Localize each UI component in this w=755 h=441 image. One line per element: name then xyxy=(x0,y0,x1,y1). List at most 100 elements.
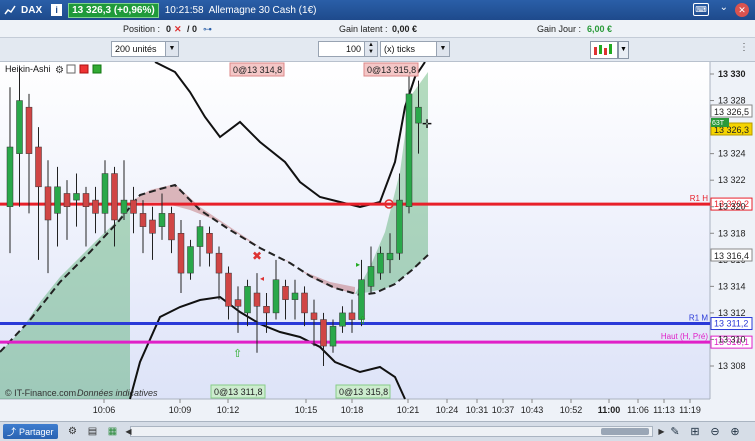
quote-time: 10:21:58 xyxy=(164,4,204,16)
y-tick-label: 13 310 xyxy=(718,334,746,344)
order-tag-top-1-text: 0@13 314,8 xyxy=(233,65,282,75)
order-toolbar: 200 unités ▼ 100 ▲ ▼ (x) ticks ▼ xyxy=(0,38,755,62)
zoom-in-icon[interactable]: ⊕ xyxy=(728,425,742,439)
candle-body xyxy=(396,199,403,254)
candle-body xyxy=(6,146,14,207)
cross-marker-icon: ✖ xyxy=(252,249,262,263)
candle-body xyxy=(63,193,71,207)
y-tick-label: 13 320 xyxy=(718,202,746,212)
lock-icon[interactable] xyxy=(66,64,76,74)
close-indicator-icon[interactable] xyxy=(79,64,89,74)
position-value: 0 xyxy=(166,24,172,34)
ticks-value: (x) ticks xyxy=(384,44,415,54)
candle-body xyxy=(206,233,213,254)
candle-body xyxy=(244,286,251,314)
candle-body xyxy=(215,252,223,274)
keyboard-icon[interactable]: ⌨ xyxy=(693,3,709,16)
price-label-alt-text: 13 326,5 xyxy=(714,107,749,117)
x-tick-label: 11:00 xyxy=(598,405,621,415)
document-icon[interactable]: ▤ xyxy=(86,425,99,438)
ticks-select[interactable]: (x) ticks ▼ xyxy=(380,41,450,57)
chevron-down-icon[interactable]: ▼ xyxy=(618,41,629,59)
x-tick-label: 10:15 xyxy=(295,405,318,415)
zoom-out-icon[interactable]: ⊖ xyxy=(708,425,722,439)
more-menu-icon[interactable]: ⋮ xyxy=(739,42,753,58)
close-position-icon[interactable]: ✕ xyxy=(174,24,182,35)
candle-body xyxy=(120,199,128,214)
day-gain-label: Gain Jour : xyxy=(537,24,582,34)
grid-icon[interactable]: ⊞ xyxy=(688,425,702,439)
units-select[interactable]: 200 unités ▼ xyxy=(111,41,179,57)
candle-body xyxy=(82,193,90,207)
x-tick-label: 10:12 xyxy=(217,405,240,415)
spreadsheet-icon[interactable]: ▦ xyxy=(106,425,119,438)
qty-stepper[interactable]: 100 ▲ ▼ xyxy=(318,41,378,57)
candle-body xyxy=(101,173,109,214)
x-tick-label: 10:09 xyxy=(169,405,192,415)
title-bar: DAX i 13 326,3 (+0,96%) 10:21:58 Allemag… xyxy=(0,0,755,20)
wrench-icon[interactable]: ⚙ xyxy=(55,65,64,76)
triangle-marker-icon: ◂ xyxy=(260,274,264,283)
candle-body xyxy=(320,319,327,347)
settings-icon[interactable]: ⚙ xyxy=(66,425,79,438)
y-tick-label: 13 312 xyxy=(718,308,746,318)
order-tag-bottom-1-text: 0@13 311,8 xyxy=(214,387,263,397)
order-tag-bottom-2-text: 0@13 315,8 xyxy=(339,387,388,397)
candle-body xyxy=(301,292,308,314)
share-label: Partager xyxy=(19,426,54,437)
price-chart[interactable]: R1 H13 320,2R1 M13 311,2Haut (H, Pré)13 … xyxy=(0,62,755,421)
candle-body xyxy=(358,279,365,320)
latent-label: Gain latent : xyxy=(339,24,388,34)
scroll-thumb[interactable] xyxy=(601,428,649,435)
instrument-name[interactable]: DAX xyxy=(21,5,42,16)
stepper-arrows-icon[interactable]: ▲ ▼ xyxy=(364,42,377,56)
level-316-text: 13 316,4 xyxy=(714,251,749,261)
chevron-down-icon[interactable]: ▼ xyxy=(165,42,178,56)
level-name: R1 H xyxy=(690,194,708,203)
app-menu-icon[interactable] xyxy=(3,3,17,17)
x-tick-label: 10:43 xyxy=(521,405,544,415)
status-bar: ⤴ Partager ⚙ ▤ ▦ ◀ ▶ ✎ ⊞ ⊖ ⊕ xyxy=(0,421,755,441)
scroll-right-icon[interactable]: ▶ xyxy=(655,425,668,438)
candle-body xyxy=(272,279,280,314)
candle-body xyxy=(348,312,356,320)
scroll-left-icon[interactable]: ◀ xyxy=(122,425,135,438)
info-icon[interactable]: i xyxy=(51,4,63,16)
order-tag-top-2-text: 0@13 315,8 xyxy=(367,65,416,75)
y-tick-label: 13 330 xyxy=(718,69,746,79)
candle-body xyxy=(44,186,52,221)
candle-body xyxy=(291,292,299,300)
chart-type-button[interactable] xyxy=(590,41,618,59)
position-bar: Position : 0 ✕ / 0 ⊶ Gain latent : 0,00 … xyxy=(0,20,755,38)
tick-counter-text: 63T xyxy=(712,120,725,127)
level-name: R1 M xyxy=(689,314,708,323)
close-icon[interactable]: ✕ xyxy=(735,3,749,17)
share-button[interactable]: ⤴ Partager xyxy=(3,424,58,439)
share-icon: ⤴ xyxy=(7,427,17,437)
pen-tool-icon[interactable]: ✎ xyxy=(668,425,682,439)
data-note: Données indicatives xyxy=(77,388,158,398)
candle-body xyxy=(111,173,118,221)
y-tick-label: 13 308 xyxy=(718,361,746,371)
candle-body xyxy=(253,292,261,307)
units-value: 200 unités xyxy=(115,44,157,54)
position-label: Position : xyxy=(123,24,161,34)
candle-body xyxy=(234,299,242,307)
candle-body xyxy=(339,312,346,327)
chevron-down-icon[interactable]: ⌄ xyxy=(720,2,728,13)
candle-body xyxy=(25,106,33,154)
candle-body xyxy=(139,213,147,227)
x-tick-label: 10:31 xyxy=(466,405,489,415)
candle-body xyxy=(149,219,156,234)
x-tick-label: 10:21 xyxy=(397,405,420,415)
x-tick-label: 11:13 xyxy=(653,405,675,415)
time-scrollbar[interactable] xyxy=(130,426,653,437)
add-indicator-icon[interactable] xyxy=(92,64,102,74)
link-icon[interactable]: ⊶ xyxy=(203,24,212,35)
indicator-name[interactable]: Heikin-Ashi xyxy=(5,64,51,74)
x-tick-label: 10:37 xyxy=(492,405,515,415)
chevron-down-icon[interactable]: ▼ xyxy=(436,42,449,56)
y-tick-label: 13 324 xyxy=(718,149,746,159)
day-gain-value: 6,00 € xyxy=(587,24,613,34)
quote-badge: 13 326,3 (+0,96%) xyxy=(68,2,159,18)
